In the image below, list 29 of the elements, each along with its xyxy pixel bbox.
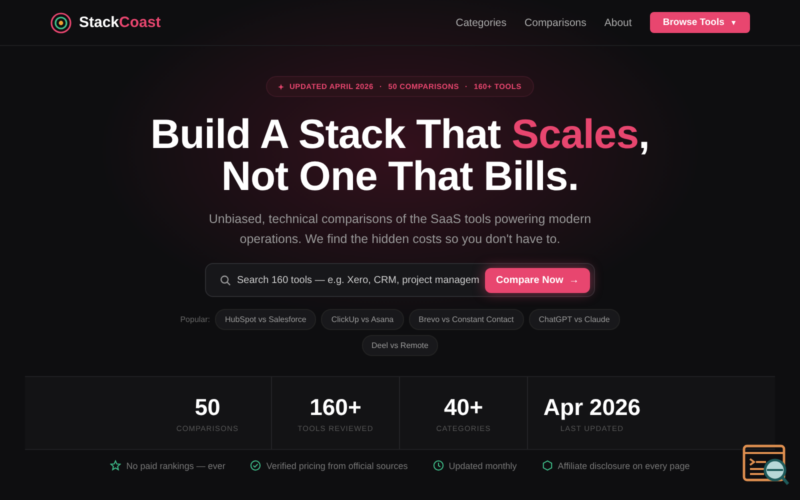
nav-link[interactable]: About (604, 16, 632, 28)
stat-value: 50 (194, 394, 220, 420)
hero-subtitle: Unbiased, technical comparisons of the SaaS tools powering modern operations. We find the hidden costs so you don't have to. (208, 211, 592, 248)
trust-text: Verified pricing from official sources (266, 460, 408, 470)
search-icon (220, 274, 231, 286)
comparison-chip[interactable]: HubSpot vs Salesforce (215, 309, 316, 330)
trust-text: No paid rankings — ever (126, 460, 226, 470)
comparison-chip[interactable]: Deel vs Remote (362, 335, 438, 356)
comparison-chip[interactable]: ChatGPT vs Claude (528, 309, 620, 330)
check-circle-icon (250, 460, 262, 471)
stat-value: Apr 2026 (543, 394, 641, 420)
hero-heading: Build A Stack That Scales, Not One That Bills. (150, 113, 650, 197)
star-icon (110, 460, 122, 471)
code-window-search-icon[interactable] (742, 444, 792, 488)
nav-link[interactable]: Categories (456, 16, 507, 28)
stat-value: 160+ (310, 394, 362, 420)
compare-now-button[interactable]: Compare Now → (484, 268, 590, 292)
clock-icon (432, 460, 444, 471)
brand-name[interactable]: StackCoast (79, 14, 161, 31)
popular-label: Popular: (180, 315, 210, 324)
nav-link[interactable]: Comparisons (524, 16, 586, 28)
search-field[interactable]: Search 160 tools — e.g. Xero, CRM, project managem Compare Now → (205, 263, 595, 297)
comparison-chip[interactable]: ClickUp vs Asana (321, 309, 404, 330)
sparkle-icon (278, 84, 284, 90)
trust-text: Affiliate disclosure on every page (558, 460, 690, 470)
logo-icon (50, 12, 72, 34)
trust-text: Updated monthly (448, 460, 517, 470)
stat-value: 40+ (444, 394, 483, 420)
comparison-chip[interactable]: Brevo vs Constant Contact (408, 309, 524, 330)
